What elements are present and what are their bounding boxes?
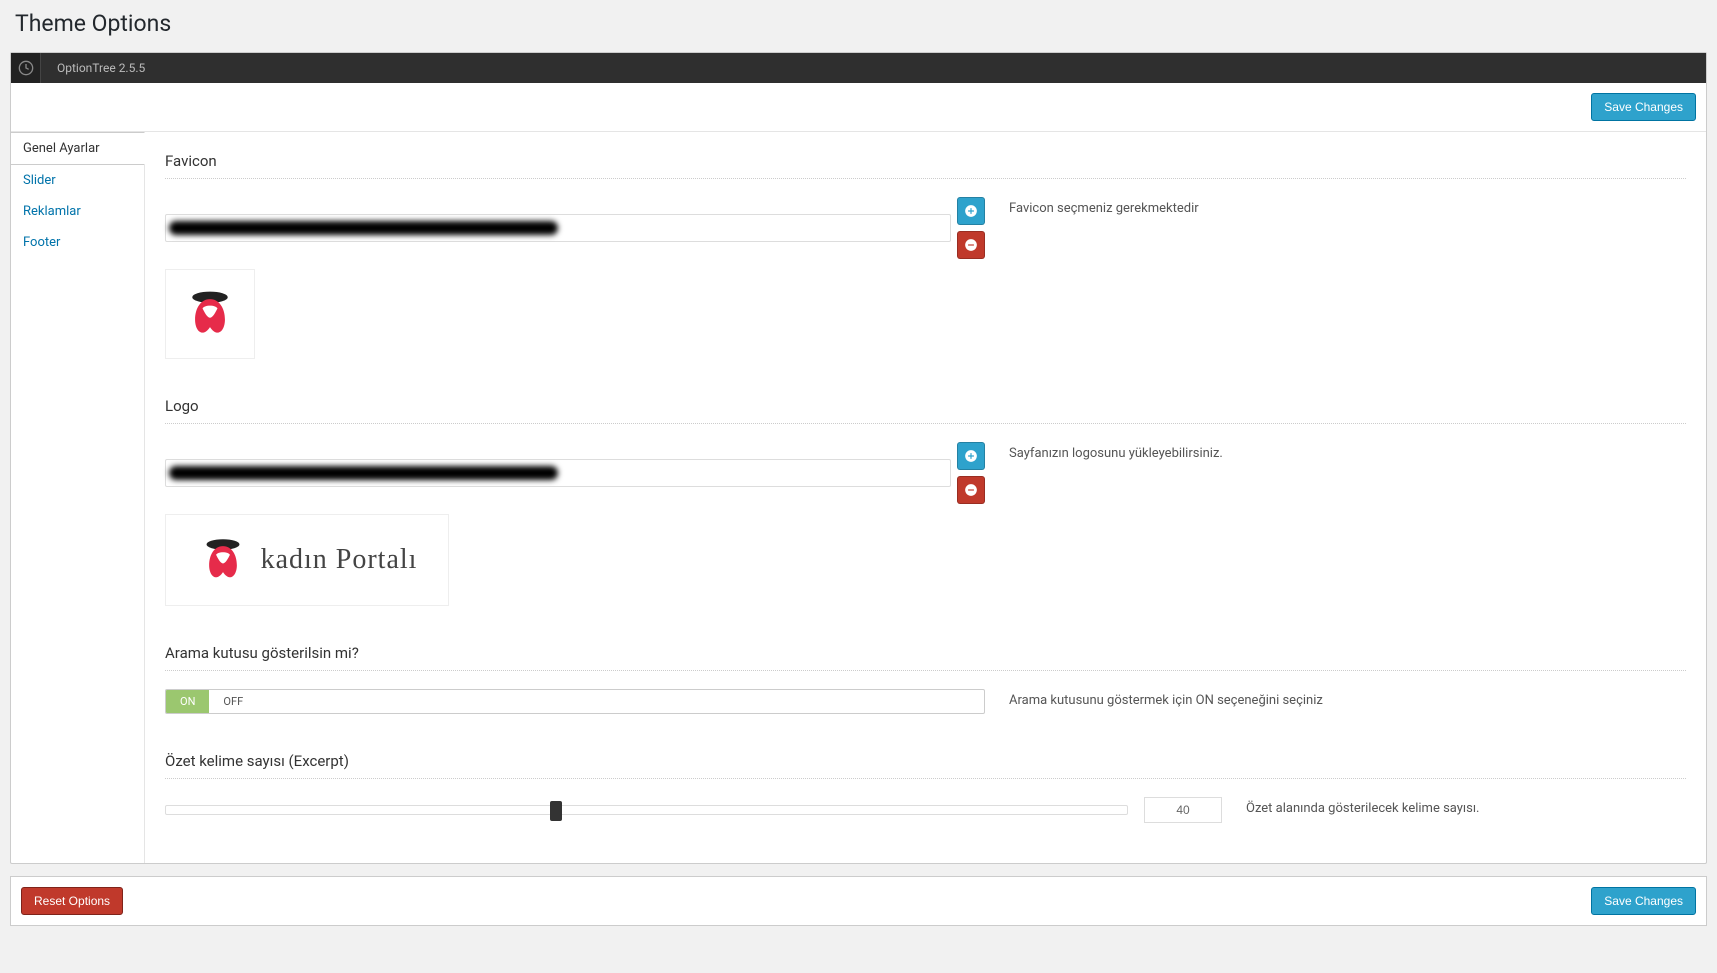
searchbox-section: Arama kutusu gösterilsin mi? ON OFF Aram… [165,644,1686,714]
excerpt-title: Özet kelime sayısı (Excerpt) [165,752,1686,770]
save-button-bottom[interactable]: Save Changes [1591,887,1696,915]
logo-url-input[interactable] [165,459,951,487]
excerpt-slider-handle[interactable] [550,801,562,821]
logo-section: Logo [165,397,1686,606]
favicon-remove-button[interactable] [957,231,985,259]
searchbox-title: Arama kutusu gösterilsin mi? [165,644,1686,662]
logo-remove-button[interactable] [957,476,985,504]
save-button-top[interactable]: Save Changes [1591,93,1696,121]
logo-icon [197,534,249,586]
excerpt-value-input[interactable] [1144,797,1222,823]
sidebar-item-footer[interactable]: Footer [11,227,144,258]
reset-button[interactable]: Reset Options [21,887,123,915]
searchbox-description: Arama kutusunu göstermek için ON seçeneğ… [1009,689,1449,708]
toggle-off[interactable]: OFF [209,690,257,713]
options-panel: OptionTree 2.5.5 Save Changes Genel Ayar… [10,52,1707,864]
plus-icon [964,204,978,218]
favicon-logo-icon [182,286,238,342]
logo-brand-text: kadın Portalı [261,544,418,576]
favicon-preview [165,269,255,359]
minus-icon [964,238,978,252]
excerpt-section: Özet kelime sayısı (Excerpt) Özet alanın… [165,752,1686,823]
footer-action-bar: Reset Options Save Changes [10,876,1707,926]
logo-description: Sayfanızın logosunu yükleyebilirsiniz. [1009,442,1449,461]
logo-add-button[interactable] [957,442,985,470]
favicon-description: Favicon seçmeniz gerekmektedir [1009,197,1449,216]
sidebar-item-reklamlar[interactable]: Reklamlar [11,196,144,227]
searchbox-toggle[interactable]: ON OFF [165,689,985,714]
excerpt-slider-track[interactable] [165,805,1128,815]
favicon-section: Favicon [165,152,1686,359]
optiontree-icon [11,53,41,83]
panel-brand: OptionTree 2.5.5 [41,61,145,75]
favicon-url-input[interactable] [165,214,951,242]
plus-icon [964,449,978,463]
favicon-title: Favicon [165,152,1686,170]
content-area: Favicon [145,132,1706,863]
excerpt-description: Özet alanında gösterilecek kelime sayısı… [1246,797,1686,816]
minus-icon [964,483,978,497]
logo-title: Logo [165,397,1686,415]
toggle-on[interactable]: ON [165,689,210,714]
page-title: Theme Options [0,0,1717,52]
panel-header: OptionTree 2.5.5 [11,53,1706,83]
panel-body: Genel Ayarlar Slider Reklamlar Footer Fa… [11,132,1706,863]
favicon-add-button[interactable] [957,197,985,225]
logo-preview: kadın Portalı [165,514,449,606]
sidebar-nav: Genel Ayarlar Slider Reklamlar Footer [11,132,145,863]
sidebar-item-genel-ayarlar[interactable]: Genel Ayarlar [11,132,145,165]
sidebar-item-slider[interactable]: Slider [11,165,144,196]
top-action-bar: Save Changes [11,83,1706,132]
